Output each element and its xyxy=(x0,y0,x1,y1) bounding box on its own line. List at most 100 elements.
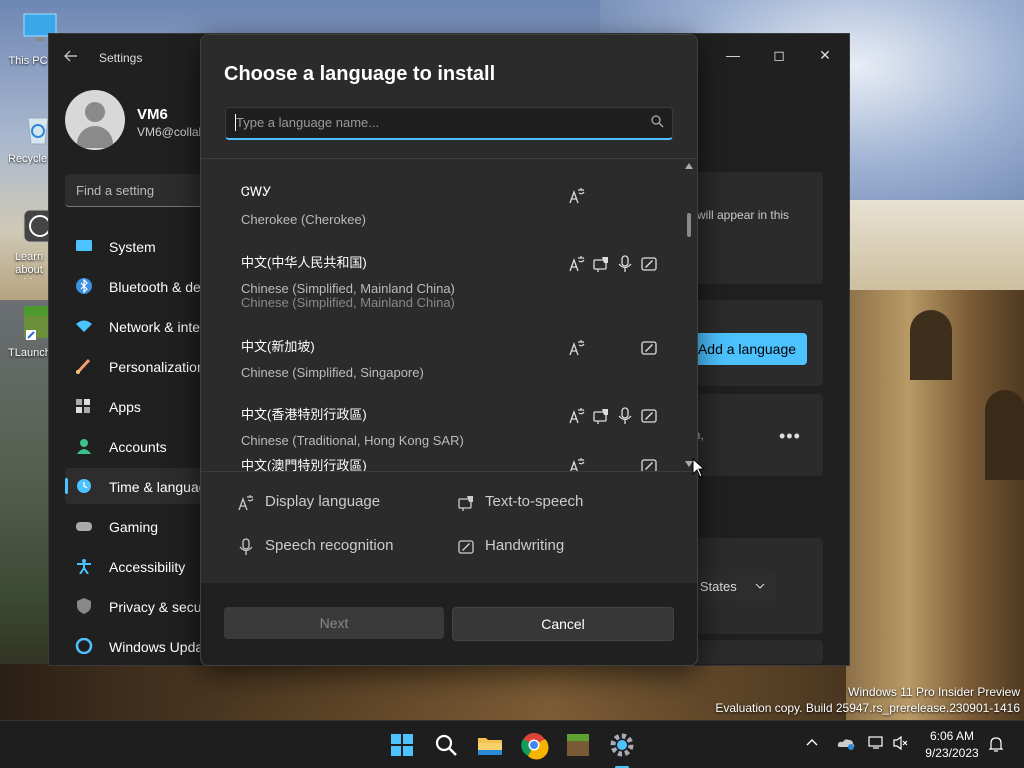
mouse-cursor-icon xyxy=(692,458,706,478)
volume-muted-icon[interactable] xyxy=(892,735,912,755)
legend-label: Display language xyxy=(265,493,381,510)
windows-update-icon xyxy=(75,638,93,654)
language-list: ᏣᎳᎩ Cherokee (Cherokee) 中文(中华人民共和国) Chin… xyxy=(201,159,697,471)
display-language-icon xyxy=(238,495,254,511)
nav-label: Accessibility xyxy=(109,559,186,575)
nav-item-accounts[interactable]: Accounts xyxy=(65,428,205,464)
text-to-speech-icon xyxy=(593,409,608,424)
nav-label: Apps xyxy=(109,399,141,415)
clock-date: 9/23/2023 xyxy=(925,746,979,760)
system-icon xyxy=(76,240,92,251)
language-english-name: Chinese (Simplified, Mainland China) xyxy=(241,281,455,296)
settings-taskbar-button[interactable] xyxy=(606,729,638,768)
file-explorer-icon xyxy=(478,738,502,755)
apps-icon xyxy=(76,399,90,413)
language-item-chinese-mainland[interactable]: 中文(中华人民共和国) Chinese (Simplified, Mainlan… xyxy=(201,227,681,310)
chevron-down-icon xyxy=(755,583,765,589)
scrollbar-thumb[interactable] xyxy=(687,213,691,237)
bluetooth-icon xyxy=(76,278,92,294)
text-to-speech-icon xyxy=(458,496,473,511)
file-explorer-button[interactable] xyxy=(474,729,506,761)
language-native-name: 中文(中华人民共和国) xyxy=(241,255,367,270)
start-icon xyxy=(391,734,413,756)
nav-label: Gaming xyxy=(109,519,159,535)
user-name: VM6 xyxy=(137,106,168,123)
handwriting-icon xyxy=(641,341,657,355)
avatar[interactable] xyxy=(65,90,125,150)
add-language-button[interactable]: Add a language xyxy=(687,333,807,365)
nav-label: Privacy & security xyxy=(109,599,205,615)
nav-label: Accounts xyxy=(109,439,167,455)
clock[interactable]: 6:06 AM 9/23/2023 xyxy=(920,729,984,760)
nav-item-apps[interactable]: Apps xyxy=(65,388,205,424)
desktop-icon-label: This PC xyxy=(8,55,48,67)
speech-recognition-icon xyxy=(239,538,253,555)
nav-item-network[interactable]: Network & internet xyxy=(65,308,205,344)
list-bottom-divider xyxy=(201,471,697,472)
language-item-chinese-singapore[interactable]: 中文(新加坡) Chinese (Simplified, Singapore) xyxy=(201,311,681,380)
language-english-name: Chinese (Traditional, Hong Kong SAR) xyxy=(241,433,464,448)
back-arrow-icon[interactable] xyxy=(63,48,83,68)
onedrive-icon[interactable] xyxy=(836,735,856,755)
accounts-icon xyxy=(77,439,91,454)
language-search-placeholder: Type a language name... xyxy=(236,115,380,130)
legend-label: Speech recognition xyxy=(265,537,394,554)
next-button[interactable]: Next xyxy=(224,607,444,639)
language-item-cherokee[interactable]: ᏣᎳᎩ Cherokee (Cherokee) xyxy=(201,159,681,227)
wallpaper-arch xyxy=(910,310,952,380)
language-english-name: Cherokee (Cherokee) xyxy=(241,212,367,227)
scroll-up-arrow-icon[interactable] xyxy=(685,163,693,169)
display-language-icon xyxy=(569,340,585,356)
taskbar-search-button[interactable] xyxy=(430,729,462,761)
wallpaper-left-landscape xyxy=(0,300,48,720)
handwriting-icon xyxy=(641,409,657,423)
nav-item-windows-update[interactable]: Windows Update xyxy=(65,628,205,664)
find-setting-input[interactable]: Find a setting xyxy=(65,174,205,207)
app-title: Settings xyxy=(99,51,143,65)
maximize-button[interactable]: ◻ xyxy=(759,40,799,70)
desktop-icon-label: Recycle Bin xyxy=(8,153,48,165)
nav-label: Bluetooth & devices xyxy=(109,279,205,295)
nav-item-bluetooth[interactable]: Bluetooth & devices xyxy=(65,268,205,304)
display-language-icon xyxy=(569,408,585,424)
gaming-icon xyxy=(76,522,92,531)
minimize-button[interactable]: — xyxy=(713,40,753,70)
handwriting-icon xyxy=(641,459,657,471)
desktop-icon-label: TLauncher xyxy=(8,347,48,359)
nav-label: Windows Update xyxy=(109,639,205,655)
speech-recognition-icon xyxy=(618,255,632,272)
desktop-icon-label: Learn about this picture xyxy=(14,251,44,279)
accessibility-icon xyxy=(77,559,91,574)
chrome-button[interactable] xyxy=(518,729,550,761)
nav-item-gaming[interactable]: Gaming xyxy=(65,508,205,544)
time-language-icon xyxy=(77,479,91,493)
watermark-line-2: Evaluation copy. Build 25947.rs_prerelea… xyxy=(715,701,1020,715)
language-english-name-ghost: Chinese (Simplified, Mainland China) xyxy=(241,295,455,310)
cancel-button[interactable]: Cancel xyxy=(452,607,674,641)
language-search-input[interactable]: Type a language name... xyxy=(225,107,673,140)
nav-label: Network & internet xyxy=(109,319,205,335)
nav-item-accessibility[interactable]: Accessibility xyxy=(65,548,205,584)
watermark-line-1: Windows 11 Pro Insider Preview xyxy=(848,685,1020,699)
language-item-chinese-macao[interactable]: 中文(澳門特別行政區) xyxy=(201,447,681,471)
language-native-name: 中文(澳門特別行政區) xyxy=(241,458,367,471)
clock-time: 6:06 AM xyxy=(929,729,975,743)
nav-item-system[interactable]: System xyxy=(65,228,205,264)
minecraft-button[interactable] xyxy=(562,729,594,761)
language-native-name: ᏣᎳᎩ xyxy=(241,184,272,199)
personalization-icon xyxy=(75,358,91,374)
network-icon xyxy=(76,320,92,332)
notifications-bell-icon[interactable] xyxy=(988,735,1008,755)
close-button[interactable]: ✕ xyxy=(805,40,845,70)
nav-item-time-language[interactable]: Time & language xyxy=(65,468,205,504)
language-item-chinese-hong-kong[interactable]: 中文(香港特別行政區) Chinese (Traditional, Hong K… xyxy=(201,379,681,448)
more-options-icon[interactable]: ••• xyxy=(779,426,801,447)
network-status-icon[interactable] xyxy=(868,735,888,755)
display-language-icon xyxy=(569,188,585,204)
nav-item-privacy[interactable]: Privacy & security xyxy=(65,588,205,624)
find-setting-placeholder: Find a setting xyxy=(76,183,155,198)
nav-item-personalization[interactable]: Personalization xyxy=(65,348,205,384)
feature-legend: Display language Text-to-speech Speech r… xyxy=(201,473,697,583)
show-hidden-icons-chevron-up-icon[interactable] xyxy=(804,735,824,755)
start-button[interactable] xyxy=(386,729,418,761)
